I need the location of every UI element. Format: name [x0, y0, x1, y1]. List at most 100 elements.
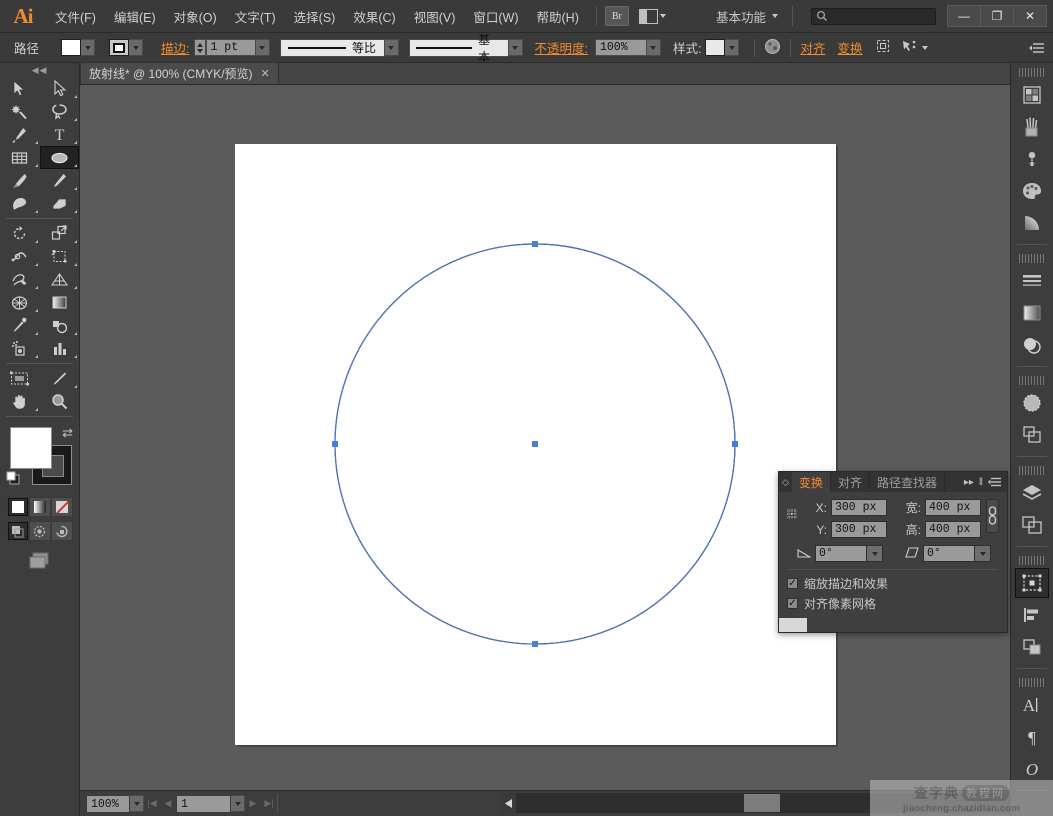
transform-link[interactable]: 变换	[837, 38, 862, 57]
stroke-profile-dropdown[interactable]	[384, 39, 399, 56]
brush-definition-select[interactable]: 基本	[408, 33, 509, 64]
align-pixel-grid-checkbox[interactable]: ✓	[787, 598, 798, 609]
selection-tool[interactable]	[0, 77, 40, 100]
tools-panel-grip[interactable]: ◀◀	[0, 63, 79, 77]
menu-help[interactable]: 帮助(H)	[528, 1, 588, 32]
paintbrush-tool[interactable]	[0, 169, 40, 192]
close-button[interactable]: ✕	[1013, 5, 1047, 27]
transparency-panel-icon[interactable]	[1015, 330, 1049, 360]
minimize-button[interactable]: —	[947, 5, 981, 27]
select-similar-icon[interactable]	[901, 38, 918, 57]
zoom-level-field[interactable]: 100%	[86, 794, 130, 813]
y-input[interactable]: 300 px	[831, 521, 887, 538]
pen-tool[interactable]	[0, 123, 40, 146]
menu-window[interactable]: 窗口(W)	[464, 1, 527, 32]
appearance-panel-icon[interactable]	[1015, 388, 1049, 418]
opacity-dropdown[interactable]	[646, 39, 661, 56]
gradient-tool[interactable]	[40, 291, 80, 314]
gradient-panel-icon[interactable]	[1015, 208, 1049, 238]
eraser-tool[interactable]	[40, 192, 80, 215]
magic-wand-tool[interactable]	[0, 100, 40, 123]
panel-grip-icon[interactable]: ◇	[779, 477, 792, 488]
scale-tool[interactable]	[40, 222, 80, 245]
graphic-style-swatch[interactable]	[705, 39, 726, 56]
fill-color-swatch[interactable]	[10, 427, 52, 469]
menu-file[interactable]: 文件(F)	[46, 1, 105, 32]
workspace-switcher[interactable]: 基本功能	[716, 7, 784, 26]
color-mode-button[interactable]	[6, 497, 29, 517]
fill-swatch[interactable]	[61, 39, 82, 56]
prev-page-button[interactable]: ◀	[160, 795, 176, 813]
dock-grip-6[interactable]	[1019, 678, 1045, 687]
pathfinder-panel-icon[interactable]	[1015, 632, 1049, 662]
align-pixel-grid-checkbox-row[interactable]: ✓ 对齐像素网格	[787, 595, 999, 612]
arrange-documents-button[interactable]	[638, 8, 666, 24]
stroke-profile-select[interactable]: 等比	[279, 38, 385, 57]
anchor-point-bottom[interactable]	[532, 641, 538, 647]
color-panel-icon[interactable]	[1015, 80, 1049, 110]
brushes-panel-icon[interactable]	[1015, 112, 1049, 142]
transform-panel[interactable]: ◇ 变换 对齐 路径查找器 ▸▸ ‖ X: 300 px 宽: 400 px Y…	[778, 471, 1008, 633]
page-number-field[interactable]: 1	[176, 794, 231, 813]
character-panel-icon[interactable]: A	[1015, 690, 1049, 720]
stroke-weight-dropdown[interactable]	[255, 39, 270, 56]
menu-view[interactable]: 视图(V)	[405, 1, 465, 32]
close-icon[interactable]: ✕	[261, 67, 270, 80]
slice-tool[interactable]	[40, 367, 80, 390]
gradient-mode-button[interactable]	[28, 497, 51, 517]
rotate-tool[interactable]	[0, 222, 40, 245]
anchor-point-left[interactable]	[332, 441, 338, 447]
menu-effect[interactable]: 效果(C)	[344, 1, 404, 32]
artboard-tool[interactable]	[0, 367, 40, 390]
draw-normal-button[interactable]	[6, 521, 29, 541]
stroke-weight-stepper[interactable]	[193, 39, 206, 56]
transform-panel-icon[interactable]	[1015, 568, 1049, 598]
swap-fill-stroke-icon[interactable]: ⇄	[62, 425, 73, 441]
free-transform-tool[interactable]	[40, 245, 80, 268]
blend-tool[interactable]	[40, 314, 80, 337]
zoom-tool[interactable]	[40, 390, 80, 413]
graphic-style-control[interactable]	[705, 39, 740, 56]
zoom-level-dropdown[interactable]	[130, 795, 144, 812]
draw-inside-button[interactable]	[50, 521, 73, 541]
page-number-dropdown[interactable]	[231, 795, 245, 812]
stroke-panel-icon[interactable]	[1015, 266, 1049, 296]
symbols-panel-icon[interactable]	[1015, 144, 1049, 174]
menu-select[interactable]: 选择(S)	[285, 1, 345, 32]
fill-swatch-control[interactable]	[61, 39, 96, 56]
column-graph-tool[interactable]	[40, 337, 80, 360]
tab-align[interactable]: 对齐	[831, 472, 870, 492]
stroke-weight-value[interactable]: 1 pt	[205, 39, 256, 56]
swatches-panel-icon[interactable]	[1015, 176, 1049, 206]
screen-mode-button[interactable]	[0, 551, 79, 571]
layers-panel-icon[interactable]	[1015, 478, 1049, 508]
dock-grip-2[interactable]	[1019, 254, 1045, 263]
default-fill-stroke-icon[interactable]	[6, 471, 21, 489]
width-tool[interactable]	[0, 245, 40, 268]
align-link[interactable]: 对齐	[800, 38, 825, 57]
align-panel-icon[interactable]	[1015, 600, 1049, 630]
anchor-point-top[interactable]	[532, 241, 538, 247]
gradient2-panel-icon[interactable]	[1015, 298, 1049, 328]
shear-input[interactable]: 0°	[923, 545, 975, 562]
control-bar-menu[interactable]	[1029, 41, 1053, 55]
paragraph-panel-icon[interactable]: ¶	[1015, 722, 1049, 752]
menu-type[interactable]: 文字(T)	[226, 1, 285, 32]
dock-grip-4[interactable]	[1019, 466, 1045, 475]
draw-behind-button[interactable]	[28, 521, 51, 541]
hand-tool[interactable]	[0, 390, 40, 413]
type-tool[interactable]: T	[40, 123, 80, 146]
x-input[interactable]: 300 px	[831, 499, 887, 516]
search-input[interactable]	[811, 7, 936, 25]
document-tab[interactable]: 放射线* @ 100% (CMYK/预览) ✕	[80, 62, 279, 84]
next-page-button[interactable]: ▶	[245, 795, 261, 813]
fill-dropdown[interactable]	[81, 39, 96, 56]
dock-grip-5[interactable]	[1019, 556, 1045, 565]
isolate-selected-icon[interactable]	[875, 38, 891, 57]
first-page-button[interactable]: |◀	[144, 795, 160, 813]
document-canvas-area[interactable]	[80, 85, 1035, 790]
link-proportions-icon[interactable]	[986, 499, 999, 533]
stroke-swatch[interactable]	[109, 39, 130, 56]
horizontal-scroll-thumb[interactable]	[744, 794, 780, 812]
pencil-tool[interactable]	[40, 169, 80, 192]
